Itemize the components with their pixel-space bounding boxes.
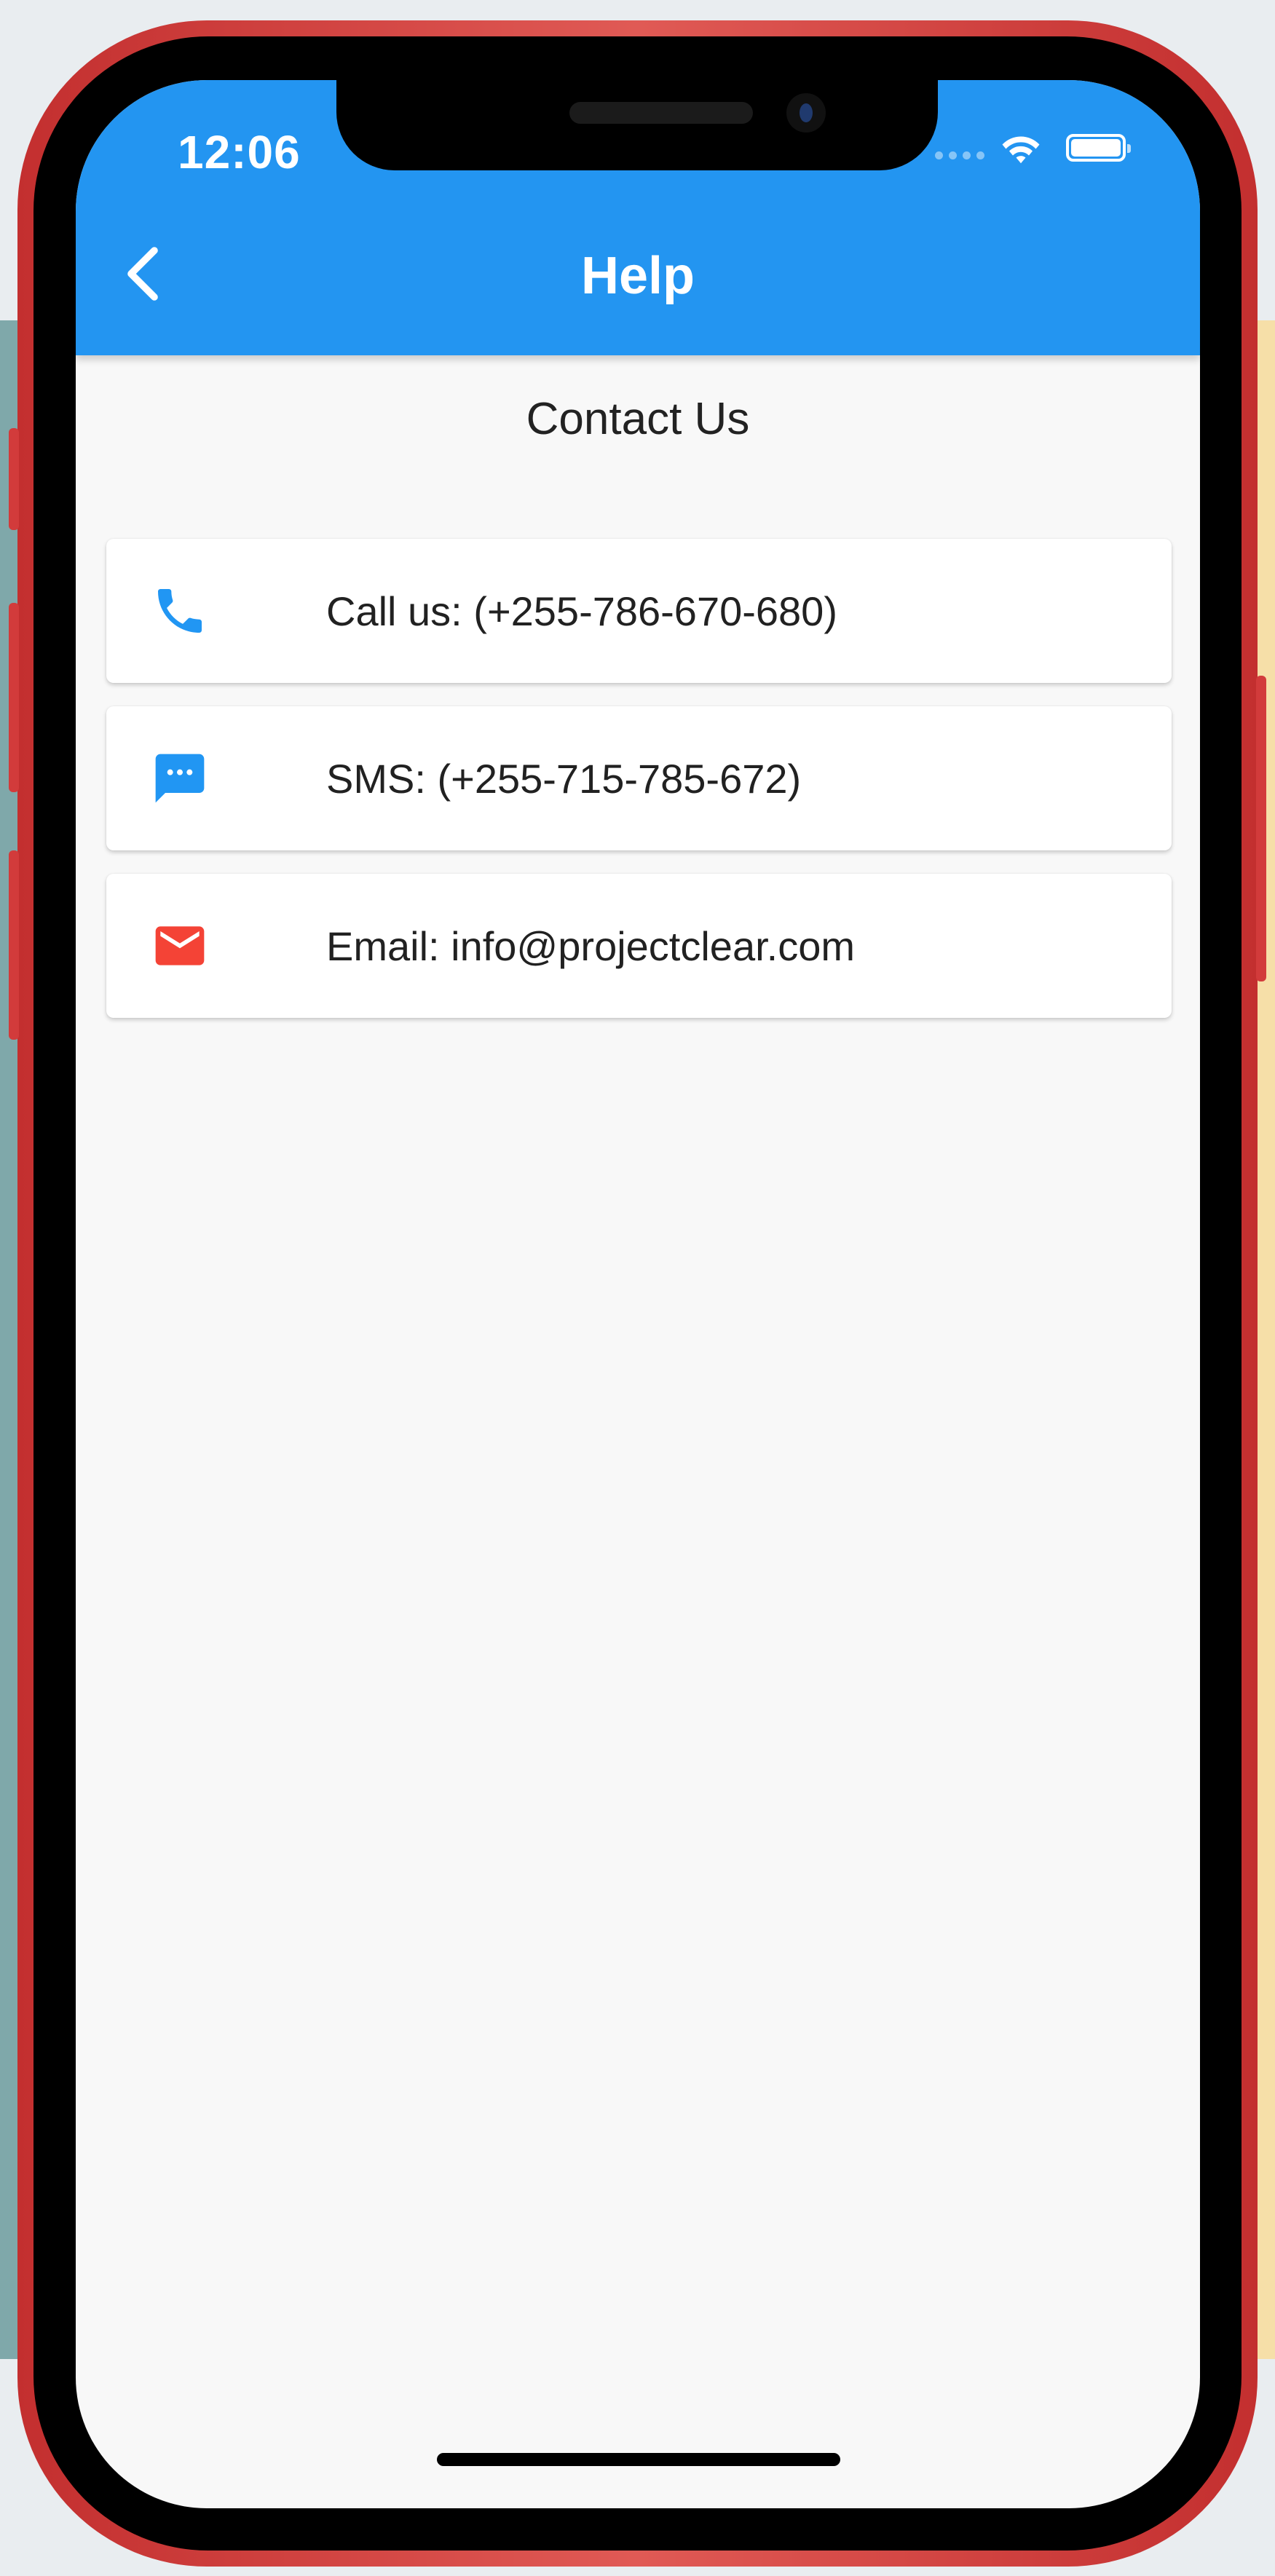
phone-icon — [149, 580, 211, 642]
contact-us-heading: Contact Us — [526, 394, 750, 444]
wifi-icon — [1002, 136, 1040, 164]
cellular-signal-icon — [935, 150, 990, 163]
call-us-card[interactable]: Call us: (+255-786-670-680) — [106, 539, 1172, 683]
device-notch — [336, 80, 938, 170]
email-card[interactable]: Email: info@projectclear.com — [106, 874, 1172, 1018]
mute-switch — [9, 428, 19, 530]
phone-screen: 12:06 Help Contact Us Call us: (+255-786… — [76, 80, 1200, 2508]
sms-label: SMS: (+255-715-785-672) — [326, 755, 802, 802]
email-icon — [149, 914, 211, 977]
volume-up-button — [9, 603, 19, 792]
sms-icon — [149, 747, 211, 810]
sms-card[interactable]: SMS: (+255-715-785-672) — [106, 706, 1172, 850]
battery-icon — [1066, 134, 1131, 162]
status-time: 12:06 — [178, 126, 301, 178]
home-indicator[interactable] — [437, 2453, 840, 2466]
app-bar-title: Help — [580, 247, 695, 305]
volume-down-button — [9, 850, 19, 1040]
front-camera — [786, 93, 826, 133]
call-us-label: Call us: (+255-786-670-680) — [326, 588, 837, 634]
email-label: Email: info@projectclear.com — [326, 922, 856, 969]
earpiece-speaker — [569, 102, 753, 124]
power-button — [1256, 676, 1266, 981]
